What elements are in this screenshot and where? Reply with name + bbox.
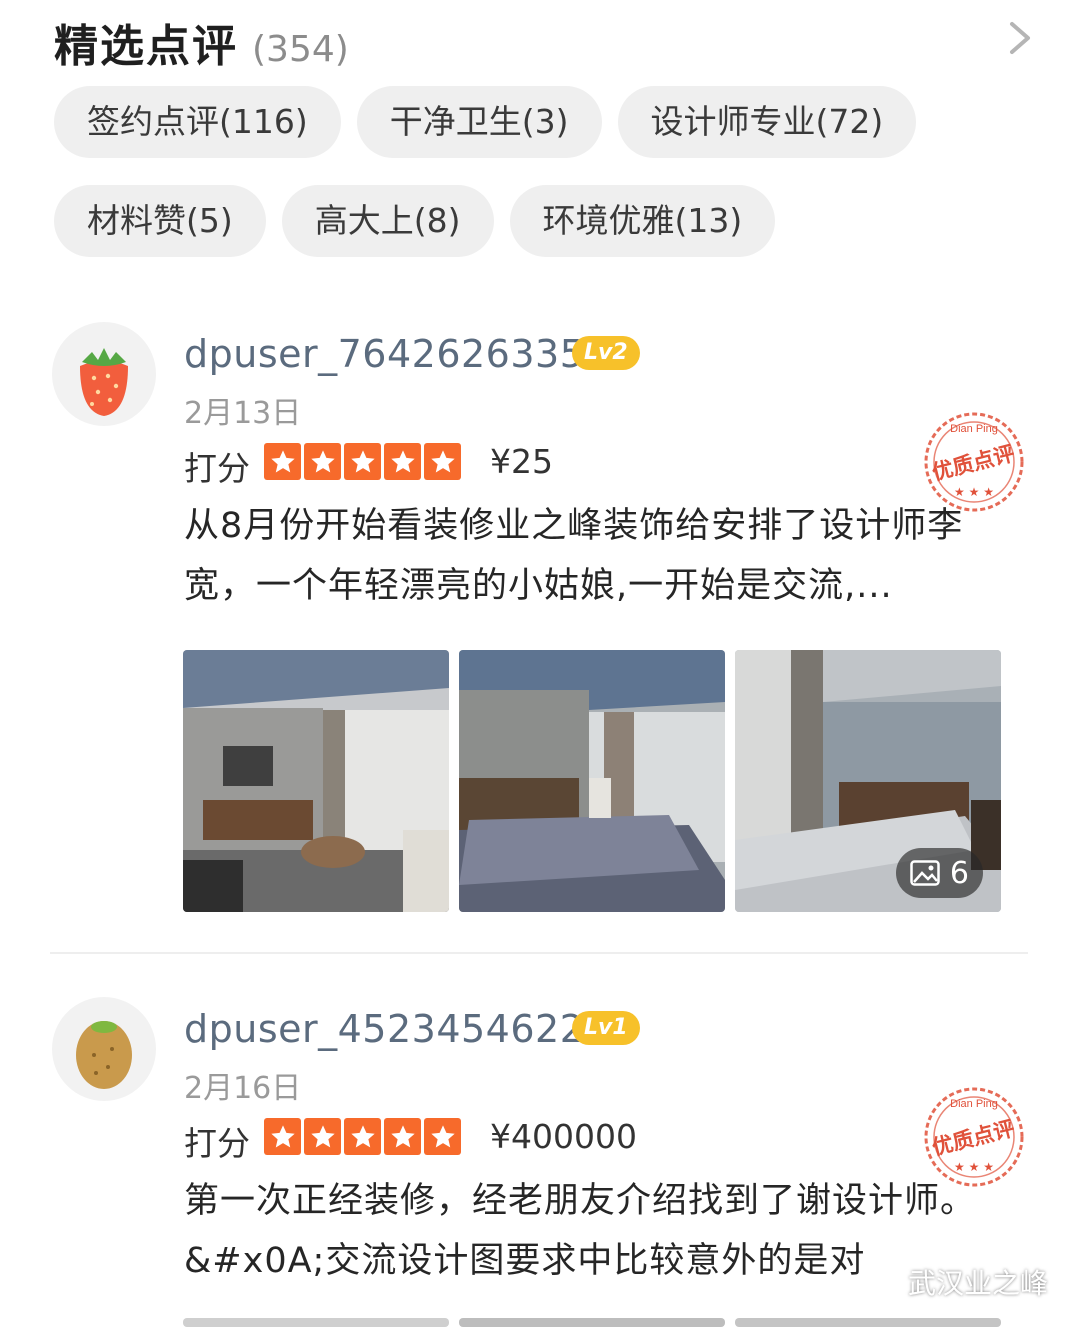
tag-designer-professional[interactable]: 设计师专业(72): [617, 86, 917, 158]
score-label: 打分: [184, 449, 250, 488]
review-date: 2月16日: [184, 1071, 302, 1106]
photo-strip: 6: [183, 650, 1001, 912]
avatar[interactable]: [52, 997, 156, 1101]
username[interactable]: dpuser_7642626335: [184, 332, 584, 376]
review-count: (354): [252, 29, 349, 70]
price: ¥25: [490, 442, 553, 481]
kiwi-icon: [76, 1021, 132, 1089]
star-rating: [264, 443, 461, 480]
tag-filter-group: 签约点评(116) 干净卫生(3) 设计师专业(72) 材料赞(5) 高大上(8…: [54, 86, 1034, 284]
star-icon: [384, 1118, 421, 1155]
tag-row: 材料赞(5) 高大上(8) 环境优雅(13): [54, 185, 1034, 257]
star-icon: [264, 443, 301, 480]
star-icon: [304, 1118, 341, 1155]
star-icon: [344, 1118, 381, 1155]
review-photo[interactable]: 6: [735, 650, 1001, 912]
score-label: 打分: [184, 1124, 250, 1163]
watermark-text: 武汉业之峰: [908, 1267, 1049, 1300]
image-icon: [910, 860, 940, 886]
tag-high-end[interactable]: 高大上(8): [281, 185, 494, 257]
review-photo[interactable]: [183, 1318, 449, 1327]
tag-row: 签约点评(116) 干净卫生(3) 设计师专业(72): [54, 86, 1034, 158]
level-badge: Lv2: [572, 336, 640, 370]
tag-elegant-environment[interactable]: 环境优雅(13): [509, 185, 776, 257]
review-photo[interactable]: [183, 650, 449, 912]
watermark: 武汉业之峰: [860, 1262, 1048, 1302]
star-icon: [304, 443, 341, 480]
wechat-icon: [860, 1266, 899, 1297]
photo-count-badge[interactable]: 6: [895, 848, 983, 898]
divider: [50, 952, 1028, 954]
strawberry-icon: [80, 348, 128, 416]
chevron-right-icon[interactable]: [1002, 20, 1038, 56]
stamp-label: 优质点评: [930, 1116, 1017, 1160]
tag-signed-review[interactable]: 签约点评(116): [54, 86, 341, 158]
tag-materials[interactable]: 材料赞(5): [54, 185, 266, 257]
stamp-small-text: Dian Ping: [950, 423, 998, 435]
review-date: 2月13日: [184, 396, 302, 431]
star-icon: [424, 443, 461, 480]
avatar[interactable]: [52, 322, 156, 426]
section-title: 精选点评: [54, 21, 238, 72]
review-photo[interactable]: [735, 1318, 1001, 1327]
username[interactable]: dpuser_4523454622: [184, 1007, 584, 1051]
star-icon: [264, 1118, 301, 1155]
stamp-label: 优质点评: [930, 441, 1017, 485]
review-photo[interactable]: [459, 650, 725, 912]
review-text[interactable]: 从8月份开始看装修业之峰装饰给安排了设计师李宽，一个年轻漂亮的小姑娘,一开始是交…: [184, 496, 1014, 616]
section-header[interactable]: 精选点评 (354): [54, 10, 349, 72]
star-icon: [384, 443, 421, 480]
photo-count: 6: [949, 855, 969, 891]
star-icon: [344, 443, 381, 480]
stamp-small-text: Dian Ping: [950, 1098, 998, 1110]
tag-clean[interactable]: 干净卫生(3): [356, 86, 602, 158]
level-badge: Lv1: [572, 1011, 640, 1045]
star-rating: [264, 1118, 461, 1155]
review-photo[interactable]: [459, 1318, 725, 1327]
price: ¥400000: [490, 1117, 637, 1156]
star-icon: [424, 1118, 461, 1155]
photo-strip: [183, 1318, 1001, 1327]
